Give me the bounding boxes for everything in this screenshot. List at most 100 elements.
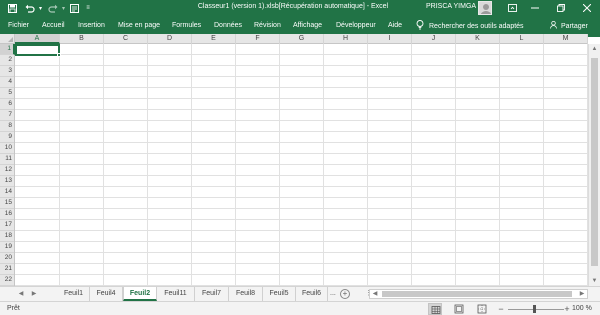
sheet-tab-feuil7[interactable]: Feuil7 [195, 287, 229, 301]
tell-me-search[interactable]: Rechercher des outils adaptés [416, 20, 524, 32]
user-name[interactable]: PRISCA YIMGA [426, 3, 476, 10]
row-header-14[interactable]: 14 [0, 187, 14, 198]
row-header-9[interactable]: 9 [0, 132, 14, 143]
column-header-g[interactable]: G [280, 34, 324, 44]
row-header-4[interactable]: 4 [0, 77, 14, 88]
column-header-d[interactable]: D [148, 34, 192, 44]
tab-accueil[interactable]: Accueil [42, 22, 65, 29]
row-header-16[interactable]: 16 [0, 209, 14, 220]
sheet-tab-feuil8[interactable]: Feuil8 [229, 287, 263, 301]
form-icon[interactable] [68, 2, 80, 14]
redo-icon[interactable] [47, 2, 59, 14]
sheet-tab-feuil5[interactable]: Feuil5 [263, 287, 296, 301]
vertical-scrollbar[interactable]: ▲ ▼ [588, 44, 600, 286]
row-header-5[interactable]: 5 [0, 88, 14, 99]
column-gridline [499, 44, 500, 286]
sheet-next-icon[interactable]: ▶ [29, 289, 39, 299]
zoom-slider-thumb[interactable] [533, 305, 536, 313]
more-sheets[interactable]: ... [330, 287, 336, 301]
customize-icon[interactable]: ≡ [84, 2, 92, 14]
save-icon[interactable] [6, 2, 18, 14]
page-layout-view-icon[interactable] [452, 303, 466, 315]
fill-handle[interactable] [57, 53, 61, 57]
tell-me-label: Rechercher des outils adaptés [429, 22, 524, 30]
tab-fichier[interactable]: Fichier [8, 22, 29, 29]
excel-window: ▾ ▾ ≡ Classeur1 (version 1).xlsb[Récupér… [0, 0, 600, 315]
sheet-tab-feuil2[interactable]: Feuil2 [123, 287, 157, 301]
select-all-corner[interactable] [0, 34, 15, 44]
zoom-in-icon[interactable]: + [563, 304, 571, 314]
column-header-m[interactable]: M [544, 34, 588, 44]
scroll-up-icon[interactable]: ▲ [589, 44, 600, 54]
scroll-right-icon[interactable]: ▶ [577, 290, 587, 298]
row-header-8[interactable]: 8 [0, 121, 14, 132]
column-header-j[interactable]: J [412, 34, 456, 44]
zoom-out-icon[interactable]: − [497, 304, 505, 314]
tab-splitter-icon[interactable]: ⋮ [365, 290, 372, 298]
row-header-6[interactable]: 6 [0, 99, 14, 110]
column-header-c[interactable]: C [104, 34, 148, 44]
share-button[interactable]: Partager [550, 21, 588, 31]
ribbon-options-icon[interactable] [501, 0, 523, 16]
row-header-20[interactable]: 20 [0, 253, 14, 264]
tab-revision[interactable]: Révision [254, 22, 281, 29]
row-header-18[interactable]: 18 [0, 231, 14, 242]
row-header-3[interactable]: 3 [0, 66, 14, 77]
row-header-10[interactable]: 10 [0, 143, 14, 154]
horizontal-scrollbar[interactable]: ◀ ▶ [369, 289, 588, 299]
sheet-prev-icon[interactable]: ◀ [16, 289, 26, 299]
horizontal-scroll-thumb[interactable] [382, 291, 572, 297]
share-person-icon [550, 21, 558, 31]
row-header-22[interactable]: 22 [0, 275, 14, 286]
row-header-21[interactable]: 21 [0, 264, 14, 275]
zoom-level[interactable]: 100 % [572, 305, 592, 312]
sheet-tab-feuil1[interactable]: Feuil1 [58, 287, 90, 301]
row-header-17[interactable]: 17 [0, 220, 14, 231]
row-header-12[interactable]: 12 [0, 165, 14, 176]
share-label: Partager [561, 22, 588, 30]
worksheet-grid[interactable]: ABCDEFGHIJKLM 1 2 3 4 5 6 7 8 9 10 11 12 13 14 15 16 17 1… [0, 34, 588, 286]
column-header-h[interactable]: H [324, 34, 368, 44]
vertical-scroll-thumb[interactable] [591, 58, 598, 266]
normal-view-icon[interactable] [428, 303, 442, 315]
window-title: Classeur1 (version 1).xlsb[Récupération … [197, 3, 389, 10]
redo-dropdown-icon[interactable]: ▾ [60, 2, 67, 14]
sheet-tab-feuil6[interactable]: Feuil6 [296, 287, 328, 301]
column-header-e[interactable]: E [192, 34, 236, 44]
row-header-13[interactable]: 13 [0, 176, 14, 187]
avatar[interactable] [478, 1, 492, 15]
row-header-7[interactable]: 7 [0, 110, 14, 121]
active-cell-a1[interactable] [15, 44, 61, 57]
undo-dropdown-icon[interactable]: ▾ [37, 2, 44, 14]
zoom-slider[interactable] [508, 309, 564, 310]
cell-area[interactable] [15, 44, 588, 286]
restore-icon[interactable] [550, 0, 572, 16]
row-header-1[interactable]: 1 [0, 44, 15, 55]
scroll-down-icon[interactable]: ▼ [589, 276, 600, 286]
tab-aide[interactable]: Aide [388, 22, 402, 29]
tab-donnees[interactable]: Données [214, 22, 242, 29]
tab-affichage[interactable]: Affichage [293, 22, 322, 29]
tab-mise-en-page[interactable]: Mise en page [118, 22, 160, 29]
sheet-tab-feuil4[interactable]: Feuil4 [90, 287, 123, 301]
tab-formules[interactable]: Formules [172, 22, 201, 29]
minimize-icon[interactable] [524, 0, 546, 16]
column-header-k[interactable]: K [456, 34, 500, 44]
add-sheet-icon[interactable]: + [340, 289, 350, 299]
row-header-19[interactable]: 19 [0, 242, 14, 253]
column-header-l[interactable]: L [500, 34, 544, 44]
row-header-15[interactable]: 15 [0, 198, 14, 209]
row-header-2[interactable]: 2 [0, 55, 14, 66]
column-header-a[interactable]: A [15, 34, 60, 44]
scroll-left-icon[interactable]: ◀ [370, 290, 380, 298]
close-icon[interactable] [576, 0, 598, 16]
column-header-i[interactable]: I [368, 34, 412, 44]
sheet-tab-feuil11[interactable]: Feuil11 [157, 287, 195, 301]
page-break-view-icon[interactable] [475, 303, 489, 315]
row-header-11[interactable]: 11 [0, 154, 14, 165]
tab-insertion[interactable]: Insertion [78, 22, 105, 29]
undo-icon[interactable] [24, 2, 36, 14]
column-header-f[interactable]: F [236, 34, 280, 44]
tab-developpeur[interactable]: Développeur [336, 22, 376, 29]
column-header-b[interactable]: B [60, 34, 104, 44]
